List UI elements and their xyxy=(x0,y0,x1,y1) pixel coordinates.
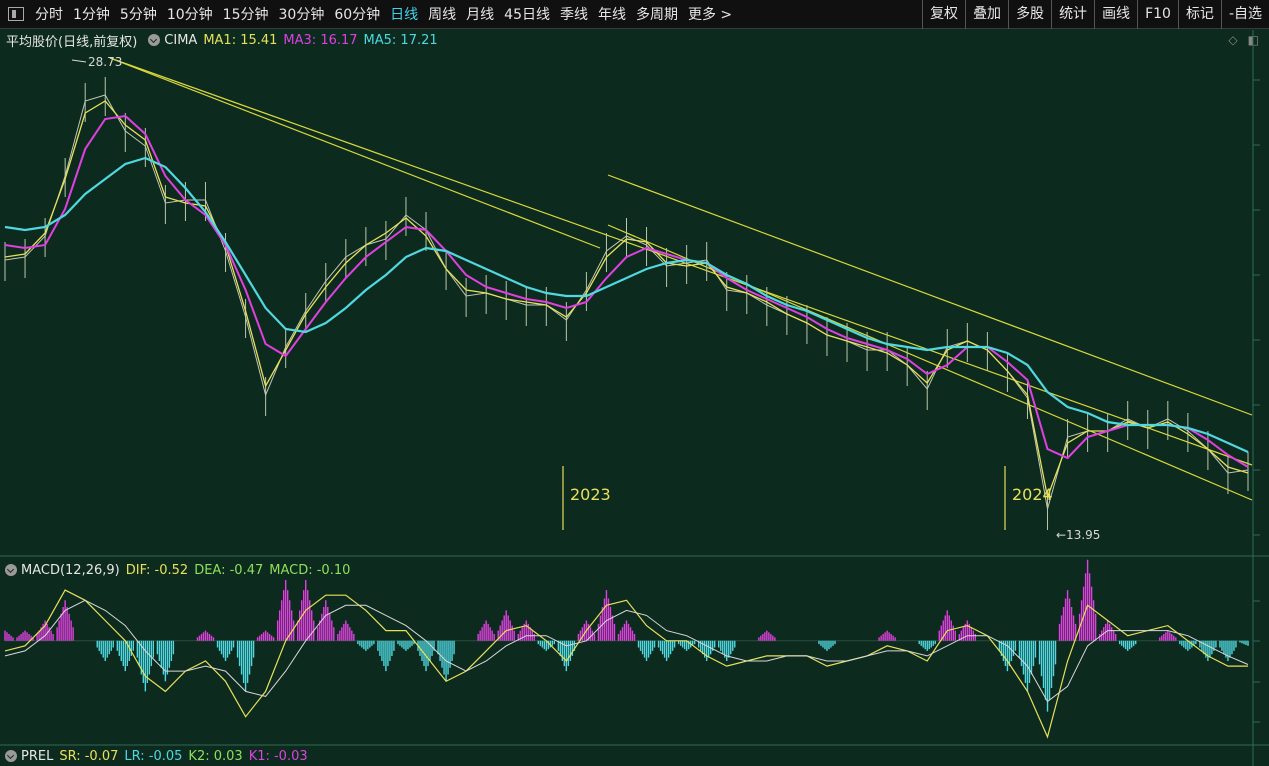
dif-line xyxy=(4,589,1248,739)
period-tab-12[interactable]: 年线 xyxy=(593,4,631,24)
macd-menu-icon[interactable] xyxy=(5,564,17,576)
period-tab-7[interactable]: 日线 xyxy=(385,4,423,24)
toolbar-button-6[interactable]: 标记 xyxy=(1177,0,1221,29)
toolbar-button-2[interactable]: 多股 xyxy=(1008,0,1051,29)
window-icon[interactable]: ◧ xyxy=(1248,33,1259,47)
panel-toggle-icon[interactable] xyxy=(8,7,24,21)
trend-line-2 xyxy=(607,224,1253,501)
diamond-icon[interactable]: ◇ xyxy=(1228,33,1237,47)
toolbar-button-5[interactable]: F10 xyxy=(1137,0,1178,29)
ma3-value: MA3: 16.17 xyxy=(283,32,358,48)
period-tab-1[interactable]: 1分钟 xyxy=(68,4,115,24)
period-tab-4[interactable]: 15分钟 xyxy=(218,4,274,24)
ma5-value: MA5: 17.21 xyxy=(363,32,438,48)
panel-tools: ◇ ◧ xyxy=(1228,33,1259,47)
period-tab-9[interactable]: 月线 xyxy=(461,4,499,24)
dea-line xyxy=(4,599,1249,703)
trend-line-1 xyxy=(607,174,1253,416)
high-marker-arrow xyxy=(71,59,87,63)
macd-title[interactable]: MACD(12,26,9) xyxy=(21,563,120,578)
k2-value: K2: 0.03 xyxy=(188,748,243,764)
toolbar-button-1[interactable]: 叠加 xyxy=(965,0,1008,29)
toolbar-button-7[interactable]: -自选 xyxy=(1220,0,1269,29)
ma3-line xyxy=(4,114,1249,468)
chart-canvas[interactable]: 28.73 ←13.95 2023 2024 xyxy=(0,0,1269,766)
macd-value: MACD: -0.10 xyxy=(269,562,351,578)
period-tab-13[interactable]: 多周期 xyxy=(631,4,683,24)
high-price-label: 28.73 xyxy=(88,55,122,69)
period-tab-14[interactable]: 更多 > xyxy=(683,4,737,24)
indicator-menu-icon[interactable] xyxy=(148,34,161,46)
period-tab-10[interactable]: 45日线 xyxy=(499,4,555,24)
macd-panel-header: MACD(12,26,9) DIF: -0.52 DEA: -0.47 MACD… xyxy=(0,561,356,579)
toolbar-button-3[interactable]: 统计 xyxy=(1051,0,1094,29)
lr-value: LR: -0.05 xyxy=(124,748,183,764)
period-tab-5[interactable]: 30分钟 xyxy=(274,4,330,24)
ma1-line xyxy=(4,100,1249,500)
period-toolbar: 分时 1分钟 5分钟 10分钟 15分钟 30分钟 60分钟 日线 周线 月线 45日线 季线 年线 多周… xyxy=(0,0,1269,29)
k1-value: K1: -0.03 xyxy=(248,748,308,764)
prel-menu-icon[interactable] xyxy=(5,750,17,762)
period-tab-3[interactable]: 10分钟 xyxy=(162,4,218,24)
stock-chart-app: 分时 1分钟 5分钟 10分钟 15分钟 30分钟 60分钟 日线 周线 月线 45日线 季线 年线 多周… xyxy=(0,0,1269,766)
year-label-2023: 2023 xyxy=(570,485,611,504)
period-tab-0[interactable]: 分时 xyxy=(30,4,68,24)
toolbar-right-buttons: 复权 叠加 多股 统计 画线 F10 标记 -自选 xyxy=(922,0,1269,29)
prel-panel-header: PREL SR: -0.07 LR: -0.05 K2: 0.03 K1: -0… xyxy=(0,747,314,765)
close-line xyxy=(4,94,1249,510)
main-panel-header: 平均股价(日线,前复权) CIMA MA1: 15.41 MA3: 16.17 … xyxy=(0,31,444,50)
sr-value: SR: -0.07 xyxy=(59,748,119,764)
ma5-line xyxy=(4,156,1249,454)
toolbar-button-0[interactable]: 复权 xyxy=(922,0,965,29)
low-price-label: ←13.95 xyxy=(1056,528,1100,542)
trend-line-0 xyxy=(109,57,1253,466)
period-tab-11[interactable]: 季线 xyxy=(555,4,593,24)
ma1-value: MA1: 15.41 xyxy=(203,32,278,48)
dif-value: DIF: -0.52 xyxy=(125,562,189,578)
toolbar-button-4[interactable]: 画线 xyxy=(1094,0,1137,29)
trend-line-upper-early xyxy=(109,57,601,249)
period-tab-6[interactable]: 60分钟 xyxy=(329,4,385,24)
indicator-name[interactable]: CIMA xyxy=(164,33,197,48)
main-panel-title: 平均股价(日线,前复权) xyxy=(6,34,138,50)
period-tab-2[interactable]: 5分钟 xyxy=(115,4,162,24)
prel-title[interactable]: PREL xyxy=(21,749,53,764)
dea-value: DEA: -0.47 xyxy=(194,562,264,578)
period-tabs: 分时 1分钟 5分钟 10分钟 15分钟 30分钟 60分钟 日线 周线 月线 45日线 季线 年线 多周… xyxy=(30,4,737,24)
year-label-2024: 2024 xyxy=(1012,485,1053,504)
period-tab-8[interactable]: 周线 xyxy=(423,4,461,24)
